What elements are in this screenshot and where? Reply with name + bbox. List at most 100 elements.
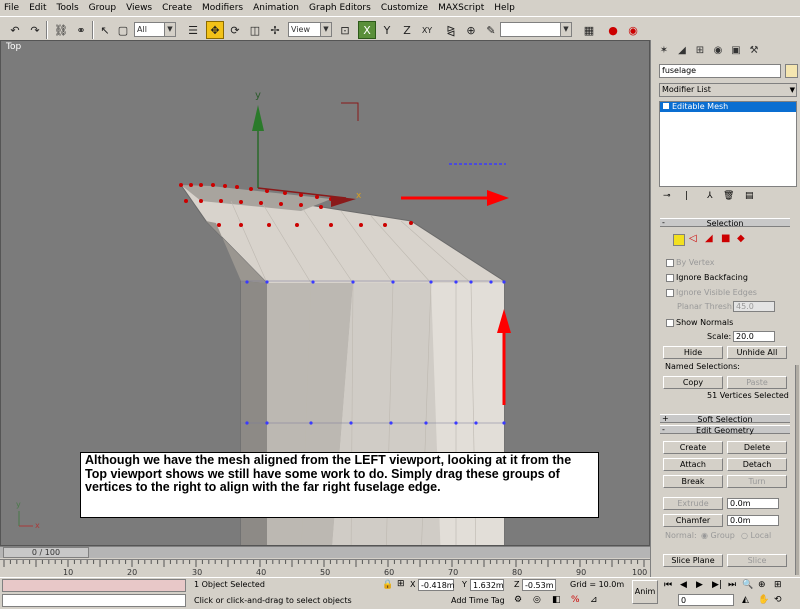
menu-animation[interactable]: Animation [253, 3, 299, 13]
quick-render-icon[interactable]: ◉ [624, 21, 642, 39]
menu-modifiers[interactable]: Modifiers [202, 3, 243, 13]
go-to-end-icon[interactable]: ⏭ [728, 580, 736, 590]
extrude-spinner[interactable]: 0.0m [727, 498, 779, 509]
restrict-x-icon[interactable]: X [358, 21, 376, 39]
unlink-icon[interactable]: ⚭ [72, 21, 90, 39]
make-unique-icon[interactable]: ⅄ [707, 191, 713, 201]
detach-button[interactable]: Detach [727, 458, 787, 471]
time-slider-thumb[interactable]: 0 / 100 [3, 547, 89, 558]
menu-maxscript[interactable]: MAXScript [438, 3, 484, 13]
break-button[interactable]: Break [663, 475, 723, 488]
redo-icon[interactable]: ↷ [26, 21, 44, 39]
menu-views[interactable]: Views [126, 3, 152, 13]
spacing-icon[interactable]: ✎ [482, 21, 500, 39]
selection-filter-dropdown[interactable]: All ▼ [134, 22, 176, 37]
edit-geometry-rollout-header[interactable]: - Edit Geometry [660, 425, 790, 435]
hide-button[interactable]: Hide [663, 346, 723, 359]
y-coord-field[interactable]: 1.632m [470, 579, 504, 591]
motion-tab-icon[interactable]: ◉ [711, 44, 725, 58]
group-radio[interactable]: ◉ Group [701, 531, 735, 540]
zoom-extents-icon[interactable]: ⊞ [774, 580, 782, 590]
keyfilter-icon[interactable]: ⚙ [514, 595, 522, 605]
spinner-snap-icon[interactable]: ⊿ [590, 595, 598, 605]
ignore-visible-edges-checkbox[interactable]: Ignore Visible Edges [666, 288, 757, 297]
undo-icon[interactable]: ↶ [6, 21, 24, 39]
render-scene-icon[interactable]: ● [604, 21, 622, 39]
create-tab-icon[interactable]: ✶ [657, 44, 671, 58]
delete-button[interactable]: Delete [727, 441, 787, 454]
percent-snap-icon[interactable]: % [571, 595, 580, 605]
maxscript-listener-field[interactable] [2, 579, 186, 592]
hierarchy-tab-icon[interactable]: ⊞ [693, 44, 707, 58]
fov-icon[interactable]: ◭ [742, 595, 749, 605]
orbit-icon[interactable]: ⟲ [774, 595, 782, 605]
current-frame-field[interactable]: 0 [678, 594, 734, 606]
slice-button[interactable]: Slice [727, 554, 787, 567]
link-icon[interactable]: ⛓ [52, 21, 70, 39]
stack-item-editable-mesh[interactable]: Editable Mesh [660, 102, 796, 112]
select-by-name-icon[interactable]: ☰ [184, 21, 202, 39]
go-to-start-icon[interactable]: ⏮ [664, 580, 672, 590]
by-vertex-checkbox[interactable]: By Vertex [666, 258, 714, 267]
local-radio[interactable]: ○ Local [741, 531, 771, 540]
menu-create[interactable]: Create [162, 3, 192, 13]
x-coord-field[interactable]: -0.418m [418, 579, 455, 591]
z-coord-field[interactable]: -0.53m [522, 579, 556, 591]
manipulate-icon[interactable]: ✢ [266, 21, 284, 39]
slice-plane-button[interactable]: Slice Plane [663, 554, 723, 567]
menu-tools[interactable]: Tools [57, 3, 79, 13]
restrict-xy-icon[interactable]: XY [418, 21, 436, 39]
animate-button[interactable]: Anim [632, 580, 658, 604]
restrict-z-icon[interactable]: Z [398, 21, 416, 39]
paste-button[interactable]: Paste [727, 376, 787, 389]
scale-spinner[interactable]: 20.0 [733, 331, 775, 342]
modify-tab-icon[interactable]: ◢ [675, 44, 689, 58]
pan-icon[interactable]: ✋ [758, 595, 769, 605]
select-icon[interactable]: ↖ [96, 21, 114, 39]
mirror-icon[interactable]: ⧎ [442, 21, 460, 39]
menu-customize[interactable]: Customize [381, 3, 428, 13]
pivot-center-icon[interactable]: ⊡ [336, 21, 354, 39]
time-slider[interactable]: 0 / 100 [0, 546, 650, 558]
ignore-backfacing-checkbox[interactable]: Ignore Backfacing [666, 273, 748, 282]
snap-icon[interactable]: ◎ [533, 595, 541, 605]
show-end-result-icon[interactable]: | [685, 191, 688, 201]
chamfer-button[interactable]: Chamfer [663, 514, 723, 527]
turn-button[interactable]: Turn [727, 475, 787, 488]
align-icon[interactable]: ⊕ [462, 21, 480, 39]
utilities-tab-icon[interactable]: ⚒ [747, 44, 761, 58]
maxscript-output-field[interactable] [2, 594, 186, 607]
menu-edit[interactable]: Edit [29, 3, 46, 13]
object-color-swatch[interactable] [785, 64, 798, 78]
polygon-level-icon[interactable]: ■ [721, 233, 730, 244]
edge-level-icon[interactable]: ◁ [689, 233, 697, 244]
vertex-level-icon[interactable] [673, 234, 685, 246]
rotate-icon[interactable]: ⟳ [226, 21, 244, 39]
create-button[interactable]: Create [663, 441, 723, 454]
zoom-icon[interactable]: 🔍 [742, 580, 753, 590]
planar-thresh-spinner[interactable]: 45.0 [733, 301, 775, 312]
element-level-icon[interactable]: ◆ [737, 233, 745, 244]
angle-snap-icon[interactable]: ◧ [552, 595, 561, 605]
unhide-all-button[interactable]: Unhide All [727, 346, 787, 359]
selection-rollout-header[interactable]: - Selection [660, 218, 790, 228]
named-selection-dropdown[interactable]: ▼ [500, 22, 572, 37]
face-level-icon[interactable]: ◢ [705, 233, 713, 244]
material-editor-icon[interactable]: ▦ [580, 21, 598, 39]
next-frame-icon[interactable]: ▶| [712, 580, 722, 590]
modifier-stack[interactable]: Editable Mesh [659, 101, 797, 187]
pin-stack-icon[interactable]: ⊸ [663, 191, 671, 201]
move-icon[interactable]: ✥ [206, 21, 224, 39]
menu-graph-editors[interactable]: Graph Editors [309, 3, 371, 13]
attach-button[interactable]: Attach [663, 458, 723, 471]
scale-icon[interactable]: ◫ [246, 21, 264, 39]
expand-icon[interactable] [663, 103, 669, 109]
menu-file[interactable]: File [4, 3, 19, 13]
remove-modifier-icon[interactable]: 🗑 [723, 191, 734, 201]
display-tab-icon[interactable]: ▣ [729, 44, 743, 58]
chamfer-spinner[interactable]: 0.0m [727, 515, 779, 526]
copy-button[interactable]: Copy [663, 376, 723, 389]
reference-coord-dropdown[interactable]: View ▼ [288, 22, 332, 37]
add-time-tag-button[interactable]: Add Time Tag [451, 596, 505, 605]
zoom-all-icon[interactable]: ⊕ [758, 580, 766, 590]
